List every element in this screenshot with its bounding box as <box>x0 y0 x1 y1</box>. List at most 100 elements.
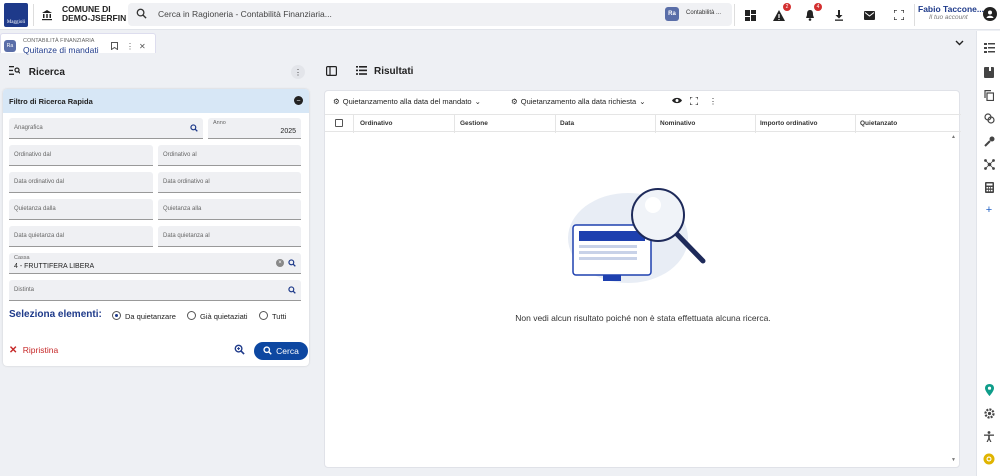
quietanza-dalla-field[interactable]: Quietanza dalla <box>9 199 153 220</box>
search-panel-icon <box>9 66 23 78</box>
data-quietanza-dal-label: Data quietanza dal <box>14 233 65 239</box>
chevron-down-icon[interactable] <box>955 38 964 48</box>
tools-icon[interactable] <box>982 134 996 148</box>
more-vert-icon[interactable]: ⋮ <box>126 42 134 51</box>
tab-quietanze[interactable]: Ra CONTABILITÀ FINANZIARIA Quitanze di m… <box>0 33 156 55</box>
network-icon[interactable] <box>982 157 996 171</box>
radio-gia-quietanzati[interactable] <box>187 311 196 320</box>
dashboard-icon[interactable] <box>741 6 759 24</box>
anagrafica-field[interactable]: Anagrafica <box>9 118 203 139</box>
filter-title: Filtro di Ricerca Rapida <box>9 97 93 106</box>
settings-icon[interactable] <box>982 406 996 420</box>
right-rail: + <box>976 31 1000 476</box>
radio-tutti-label[interactable]: Tutti <box>272 312 286 321</box>
fullscreen-icon[interactable] <box>890 6 908 24</box>
close-icon[interactable]: ✕ <box>139 42 146 51</box>
zoom-in-icon[interactable] <box>234 344 245 358</box>
column-nominativo[interactable]: Nominativo <box>660 120 695 127</box>
radio-da-quietanzare-label[interactable]: Da quietanzare <box>125 312 176 321</box>
municipality-logo[interactable]: Maggioli <box>4 3 28 27</box>
search-icon <box>263 345 272 357</box>
column-quietanzato[interactable]: Quietanzato <box>860 120 897 127</box>
results-grid: ⚙ Quietanzamento alla data del mandato ⌄… <box>324 90 961 468</box>
divider <box>914 4 915 26</box>
calculator-icon[interactable] <box>982 180 996 194</box>
search-icon[interactable] <box>288 259 296 269</box>
more-vert-icon[interactable]: ⋮ <box>709 97 717 106</box>
data-ordinativo-al-field[interactable]: Data ordinativo al <box>158 172 301 193</box>
ordinativo-al-label: Ordinativo al <box>163 152 197 158</box>
radio-gia-quietanzati-label[interactable]: Già quietaziati <box>200 312 248 321</box>
anno-field[interactable]: Anno 2025 <box>208 118 301 139</box>
download-icon[interactable] <box>830 6 848 24</box>
warning-icon[interactable]: 2 <box>770 3 791 24</box>
organization-name[interactable]: COMUNE DI DEMO-JSERFIN <box>62 5 126 23</box>
select-all-checkbox[interactable] <box>335 119 343 127</box>
toggle-sidebar-icon[interactable] <box>326 66 338 79</box>
column-divider <box>755 115 756 133</box>
chevron-down-icon: ⌄ <box>474 97 481 106</box>
cassa-field[interactable]: Cassa 4 - FRUTTIFERA LIBERA × <box>9 253 301 274</box>
distinta-label: Distinta <box>14 287 35 293</box>
search-button[interactable]: Cerca <box>254 342 308 360</box>
global-search-input[interactable]: Cerca in Ragioneria - Contabilità Finanz… <box>158 9 332 19</box>
column-importo-ordinativo[interactable]: Importo ordinativo <box>760 120 817 127</box>
user-account-link[interactable]: Il tuo account <box>929 14 968 21</box>
add-icon[interactable]: + <box>982 203 996 217</box>
quietanzamento-data-mandato-button[interactable]: ⚙ Quietanzamento alla data del mandato ⌄ <box>333 97 481 106</box>
list-icon[interactable] <box>982 41 996 55</box>
location-pin-icon[interactable] <box>982 383 996 397</box>
scroll-down-arrow[interactable]: ▼ <box>951 457 956 463</box>
column-divider <box>655 115 656 133</box>
mail-icon[interactable] <box>860 6 878 24</box>
close-icon: ✕ <box>9 345 18 356</box>
filter-header[interactable]: Filtro di Ricerca Rapida – <box>3 89 309 113</box>
notifications-count-badge: 4 <box>814 3 822 11</box>
org-line-2: DEMO-JSERFIN <box>62 13 127 23</box>
support-icon[interactable] <box>982 452 996 466</box>
fullscreen-icon[interactable] <box>689 96 699 107</box>
context-badge[interactable]: Ra <box>665 7 679 21</box>
column-ordinativo[interactable]: Ordinativo <box>360 120 393 127</box>
column-divider <box>555 115 556 133</box>
quietanza-alla-label: Quietanza alla <box>163 206 202 212</box>
collapse-icon[interactable]: – <box>294 96 303 105</box>
scroll-up-arrow[interactable]: ▲ <box>951 134 956 140</box>
copy-icon[interactable] <box>982 88 996 102</box>
data-quietanza-al-field[interactable]: Data quietanza al <box>158 226 301 247</box>
alerts-count-badge: 2 <box>783 3 791 11</box>
empty-state-message: Non vedi alcun risultato poiché non è st… <box>515 313 771 323</box>
quietanza-alla-field[interactable]: Quietanza alla <box>158 199 301 220</box>
search-icon[interactable] <box>136 8 147 19</box>
search-panel-title: Ricerca <box>9 66 65 78</box>
eye-icon[interactable] <box>672 97 682 106</box>
grid-toolbar: ⚙ Quietanzamento alla data del mandato ⌄… <box>325 91 961 113</box>
results-title: Risultati <box>374 66 414 77</box>
quietanzamento-data-richiesta-button[interactable]: ⚙ Quietanzamento alla data richiesta ⌄ <box>511 97 646 106</box>
cassa-value: 4 - FRUTTIFERA LIBERA <box>14 263 95 270</box>
clear-icon[interactable]: × <box>276 259 284 267</box>
coins-icon[interactable] <box>982 111 996 125</box>
bell-icon[interactable]: 4 <box>801 3 822 24</box>
radio-da-quietanzare[interactable] <box>112 311 121 320</box>
column-data[interactable]: Data <box>560 120 574 127</box>
distinta-field[interactable]: Distinta <box>9 280 301 301</box>
ordinativo-al-field[interactable]: Ordinativo al <box>158 145 301 166</box>
reset-button[interactable]: ✕ Ripristina <box>9 345 58 356</box>
radio-tutti[interactable] <box>259 311 268 320</box>
data-ordinativo-dal-field[interactable]: Data ordinativo dal <box>9 172 153 193</box>
search-icon[interactable] <box>288 286 296 296</box>
column-gestione[interactable]: Gestione <box>460 120 488 127</box>
search-icon[interactable] <box>190 124 198 134</box>
context-label[interactable]: Contabilità ... <box>686 10 721 16</box>
book-icon[interactable] <box>982 65 996 79</box>
data-quietanza-dal-field[interactable]: Data quietanza dal <box>9 226 153 247</box>
data-ordinativo-dal-label: Data ordinativo dal <box>14 179 65 185</box>
account-icon[interactable] <box>983 7 997 21</box>
search-panel-more-icon[interactable]: ⋮ <box>291 65 305 79</box>
bookmark-icon[interactable] <box>111 42 118 52</box>
divider <box>734 4 735 26</box>
ordinativo-dal-field[interactable]: Ordinativo dal <box>9 145 153 166</box>
user-name[interactable]: Fabio Taccone... <box>918 4 984 14</box>
accessibility-icon[interactable] <box>982 429 996 443</box>
